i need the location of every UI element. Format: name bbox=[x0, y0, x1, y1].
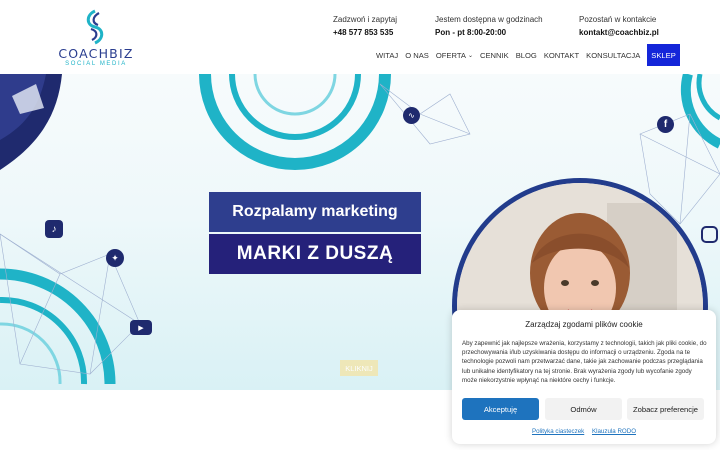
hero-headline-bottom: MARKI Z DUSZĄ bbox=[209, 234, 421, 274]
contact-phone-value[interactable]: +48 577 853 535 bbox=[333, 26, 397, 39]
cookie-links: Polityka ciasteczek Klauzula RODO bbox=[452, 428, 716, 435]
logo[interactable]: COACHBIZ SOCIAL MEDIA bbox=[56, 9, 136, 67]
main-nav: WITAJ O NAS OFERTA ⌄ CENNIK BLOG KONTAKT… bbox=[376, 44, 680, 66]
contact-email: Pozostań w kontakcie kontakt@coachbiz.pl bbox=[579, 13, 659, 39]
tiktok-icon[interactable]: ♪ bbox=[45, 220, 63, 238]
contact-phone-label: Zadzwoń i zapytaj bbox=[333, 15, 398, 24]
contact-hours: Jestem dostępna w godzinach Pon - pt 8:0… bbox=[435, 13, 543, 39]
hero-cta-button[interactable]: KLIKNIJ bbox=[340, 360, 378, 376]
nav-item-oferta[interactable]: OFERTA ⌄ bbox=[436, 51, 473, 60]
contact-hours-label: Jestem dostępna w godzinach bbox=[435, 15, 543, 24]
cookie-consent-dialog: Zarządzaj zgodami plików cookie Aby zape… bbox=[452, 310, 716, 444]
nav-item-oferta-label: OFERTA bbox=[435, 50, 466, 60]
chevron-down-icon: ⌄ bbox=[467, 52, 473, 59]
cookie-description: Aby zapewnić jak najlepsze wrażenia, kor… bbox=[462, 340, 707, 384]
contact-email-value[interactable]: kontakt@coachbiz.pl bbox=[579, 26, 659, 39]
rodo-link[interactable]: Klauzula RODO bbox=[592, 428, 636, 435]
logo-name: COACHBIZ bbox=[58, 46, 134, 61]
cookie-title: Zarządzaj zgodami plików cookie bbox=[525, 320, 643, 329]
cookie-policy-link[interactable]: Polityka ciasteczek bbox=[532, 428, 584, 435]
hero-headline-top: Rozpalamy marketing bbox=[209, 192, 421, 232]
brand-mark-icon: ∿ bbox=[403, 107, 420, 124]
nav-item-konsultacja[interactable]: KONSULTACJA bbox=[586, 51, 640, 60]
nav-item-o-nas[interactable]: O NAS bbox=[405, 51, 429, 60]
nav-item-sklep[interactable]: SKLEP bbox=[647, 44, 680, 66]
facebook-icon[interactable]: f bbox=[657, 116, 674, 133]
deny-button[interactable]: Odmów bbox=[545, 398, 622, 420]
nav-item-blog[interactable]: BLOG bbox=[516, 51, 537, 60]
contact-phone: Zadzwoń i zapytaj +48 577 853 535 bbox=[333, 13, 397, 39]
instagram-icon[interactable] bbox=[701, 226, 718, 243]
nav-item-witaj[interactable]: WITAJ bbox=[376, 51, 398, 60]
nav-item-cennik[interactable]: CENNIK bbox=[480, 51, 509, 60]
preferences-button[interactable]: Zobacz preferencje bbox=[627, 398, 704, 420]
site-header: COACHBIZ SOCIAL MEDIA Zadzwoń i zapytaj … bbox=[0, 0, 720, 74]
accept-button[interactable]: Akceptuję bbox=[462, 398, 539, 420]
contact-email-label: Pozostań w kontakcie bbox=[579, 15, 657, 24]
logo-tagline: SOCIAL MEDIA bbox=[65, 61, 127, 67]
youtube-icon[interactable]: ▶ bbox=[130, 320, 152, 335]
contact-hours-value: Pon - pt 8:00-20:00 bbox=[435, 28, 507, 37]
twitter-icon[interactable]: ✦ bbox=[106, 249, 124, 267]
nav-item-kontakt[interactable]: KONTAKT bbox=[544, 51, 579, 60]
coachbiz-logo-icon bbox=[86, 9, 104, 45]
